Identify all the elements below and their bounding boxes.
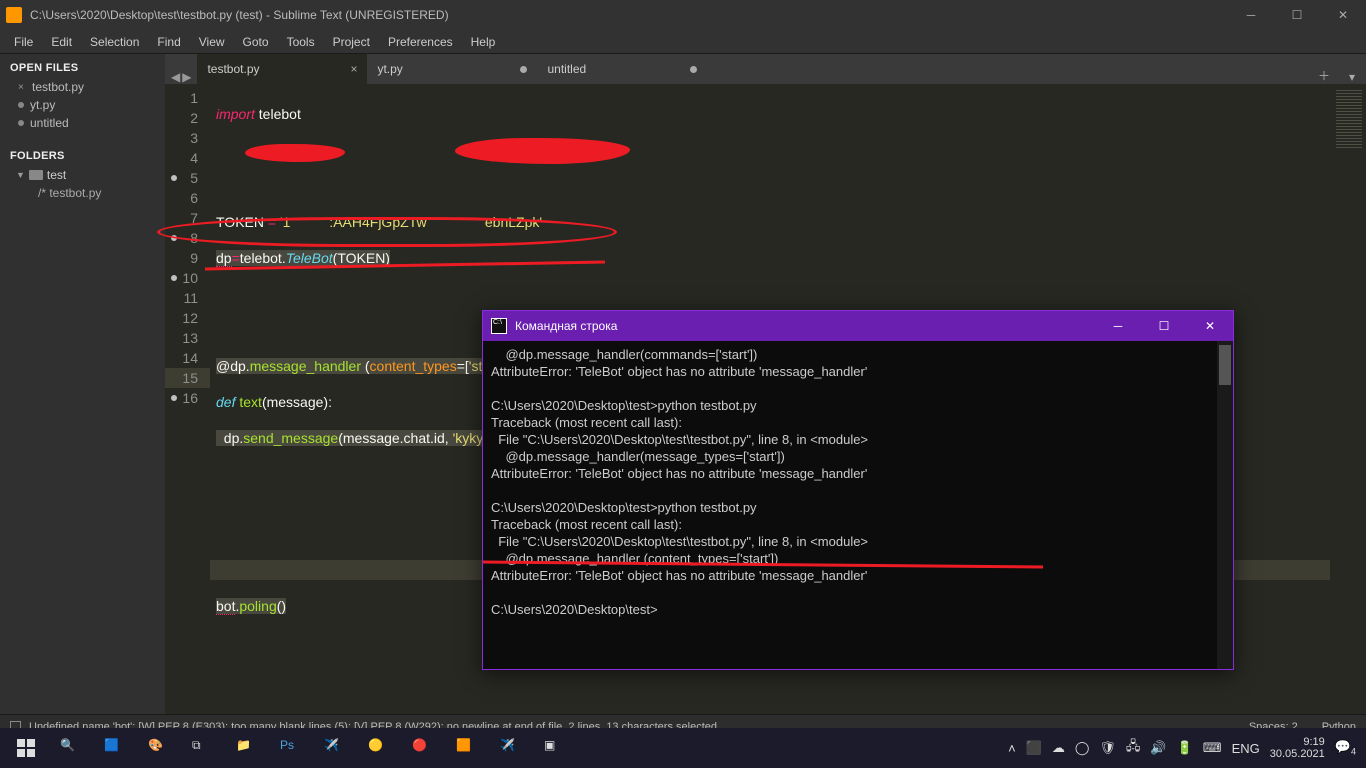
menu-help[interactable]: Help bbox=[463, 33, 504, 51]
tab-next-icon[interactable]: ▶ bbox=[182, 70, 191, 84]
new-tab-button[interactable]: ＋ bbox=[1310, 67, 1338, 84]
menu-view[interactable]: View bbox=[191, 33, 233, 51]
tray-language[interactable]: ENG bbox=[1232, 741, 1260, 756]
tray-volume-icon[interactable]: 🔊 bbox=[1150, 740, 1166, 756]
cmd-title-bar[interactable]: Командная строка ─ ☐ ✕ bbox=[483, 311, 1233, 341]
taskbar-app-telegram-2[interactable]: ✈️ bbox=[488, 728, 532, 768]
tab-yt[interactable]: yt.py bbox=[367, 54, 537, 84]
menu-file[interactable]: File bbox=[6, 33, 41, 51]
dirty-dot-icon bbox=[520, 66, 527, 73]
cmd-icon bbox=[491, 318, 507, 334]
tab-menu-button[interactable]: ▾ bbox=[1338, 70, 1366, 84]
cmd-title: Командная строка bbox=[515, 319, 1095, 333]
title-bar: C:\Users\2020\Desktop\test\testbot.py (t… bbox=[0, 0, 1366, 30]
tab-row: ◀▶ testbot.py× yt.py untitled ＋ ▾ bbox=[165, 54, 1366, 84]
tray-security-icon[interactable]: 🛡 bbox=[1099, 740, 1116, 756]
menu-project[interactable]: Project bbox=[325, 33, 378, 51]
taskbar-app-taskview[interactable]: ⧉ bbox=[180, 728, 224, 768]
tray-browser-icon[interactable]: ◯ bbox=[1075, 740, 1090, 756]
taskbar-app-explorer[interactable]: 📁 bbox=[224, 728, 268, 768]
tray-network-icon[interactable]: 🖧 bbox=[1126, 737, 1141, 759]
menu-goto[interactable]: Goto bbox=[235, 33, 277, 51]
open-file-yt[interactable]: yt.py bbox=[0, 96, 165, 114]
taskbar-app-sublime[interactable]: 🟧 bbox=[444, 728, 488, 768]
open-files-header: OPEN FILES bbox=[0, 54, 165, 78]
tray-keyboard-icon[interactable]: ⌨ bbox=[1203, 740, 1222, 756]
close-button[interactable]: ✕ bbox=[1320, 0, 1366, 30]
maximize-button[interactable]: ☐ bbox=[1274, 0, 1320, 30]
menu-selection[interactable]: Selection bbox=[82, 33, 147, 51]
folder-root[interactable]: ▼test bbox=[0, 166, 165, 184]
cmd-close-button[interactable]: ✕ bbox=[1187, 311, 1233, 341]
menu-tools[interactable]: Tools bbox=[279, 33, 323, 51]
folder-file-testbot[interactable]: /* testbot.py bbox=[0, 184, 165, 202]
tray-clock[interactable]: 9:1930.05.2021 bbox=[1270, 736, 1325, 760]
taskbar-app-cmd[interactable]: ▣ bbox=[532, 728, 576, 768]
cmd-output[interactable]: @dp.message_handler(commands=['start']) … bbox=[483, 341, 1233, 669]
dirty-dot-icon bbox=[690, 66, 697, 73]
taskbar-app-opera[interactable]: 🔴 bbox=[400, 728, 444, 768]
taskbar-app-steam[interactable]: 🟦 bbox=[92, 728, 136, 768]
tray-notifications-icon[interactable]: 💬4 bbox=[1335, 739, 1356, 757]
folders-header: FOLDERS bbox=[0, 142, 165, 166]
menu-preferences[interactable]: Preferences bbox=[380, 33, 461, 51]
taskbar-app-paint[interactable]: 🎨 bbox=[136, 728, 180, 768]
minimize-button[interactable]: ─ bbox=[1228, 0, 1274, 30]
menu-bar: File Edit Selection Find View Goto Tools… bbox=[0, 30, 1366, 54]
taskbar-app-telegram[interactable]: ✈️ bbox=[312, 728, 356, 768]
tab-close-icon[interactable]: × bbox=[350, 62, 357, 76]
tab-testbot[interactable]: testbot.py× bbox=[197, 54, 367, 84]
taskbar: 🔍 🟦 🎨 ⧉ 📁 Ps ✈️ 🟡 🔴 🟧 ✈️ ▣ ˄ ⬛ ☁ ◯ 🛡 🖧 🔊… bbox=[0, 728, 1366, 768]
system-tray[interactable]: ˄ ⬛ ☁ ◯ 🛡 🖧 🔊 🔋 ⌨ ENG 9:1930.05.2021 💬4 bbox=[1008, 736, 1362, 760]
cmd-minimize-button[interactable]: ─ bbox=[1095, 311, 1141, 341]
search-button[interactable]: 🔍 bbox=[48, 728, 92, 768]
tray-cloud-icon[interactable]: ☁ bbox=[1052, 740, 1065, 756]
app-icon bbox=[6, 7, 22, 23]
cmd-maximize-button[interactable]: ☐ bbox=[1141, 311, 1187, 341]
tab-untitled[interactable]: untitled bbox=[537, 54, 707, 84]
menu-edit[interactable]: Edit bbox=[43, 33, 80, 51]
window-title: C:\Users\2020\Desktop\test\testbot.py (t… bbox=[30, 8, 1228, 22]
open-file-testbot[interactable]: ×testbot.py bbox=[0, 78, 165, 96]
open-file-untitled[interactable]: untitled bbox=[0, 114, 165, 132]
taskbar-app-photoshop[interactable]: Ps bbox=[268, 728, 312, 768]
tray-nvidia-icon[interactable]: ⬛ bbox=[1026, 740, 1042, 756]
sidebar: OPEN FILES ×testbot.py yt.py untitled FO… bbox=[0, 54, 165, 714]
minimap[interactable] bbox=[1330, 84, 1366, 714]
command-prompt-window[interactable]: Командная строка ─ ☐ ✕ @dp.message_handl… bbox=[482, 310, 1234, 670]
menu-find[interactable]: Find bbox=[149, 33, 188, 51]
start-button[interactable] bbox=[4, 728, 48, 768]
taskbar-app-chrome[interactable]: 🟡 bbox=[356, 728, 400, 768]
tray-battery-icon[interactable]: 🔋 bbox=[1177, 740, 1193, 756]
gutter: 123 456 789 101112 131415 16 bbox=[165, 84, 210, 714]
tab-prev-icon[interactable]: ◀ bbox=[171, 70, 180, 84]
cmd-scrollbar[interactable] bbox=[1217, 341, 1233, 669]
tray-chevron-icon[interactable]: ˄ bbox=[1008, 741, 1016, 756]
